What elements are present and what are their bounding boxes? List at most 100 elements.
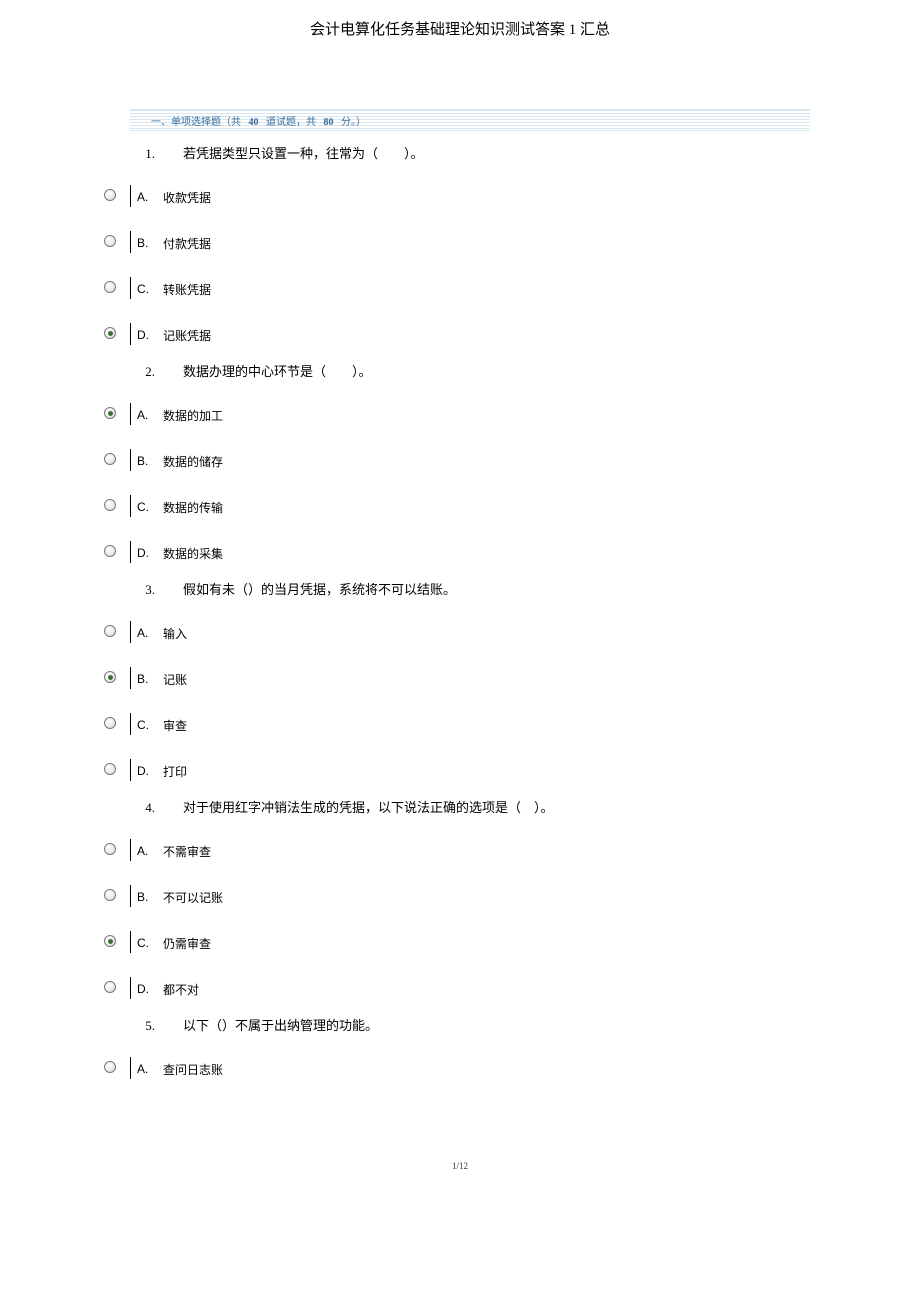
section-header: 一、单项选择题（共 40 道试题，共 80 分。） [130, 109, 810, 131]
option-text: 查问日志账 [163, 1061, 223, 1078]
option-text: 数据的加工 [163, 407, 223, 424]
option-row: C.转账凭据 [0, 277, 920, 301]
radio-button[interactable] [104, 189, 116, 201]
option-divider [130, 323, 131, 345]
radio-column [0, 503, 130, 511]
option-divider [130, 449, 131, 471]
page: 会计电算化任务基础理论知识测试答案 1 汇总 一、单项选择题（共 40 道试题，… [0, 0, 920, 1171]
radio-button[interactable] [104, 499, 116, 511]
radio-column [0, 193, 130, 201]
radio-column [0, 847, 130, 855]
questions-container: 1.若凭据类型只设置一种，往常为（ ）。A.收款凭据B.付款凭据C.转账凭据D.… [0, 145, 920, 1081]
option-text: 付款凭据 [163, 235, 211, 252]
question-text: 对于使用红字冲销法生成的凭据，以下说法正确的选项是（ ）。 [155, 799, 554, 817]
section-count-score: 80 [324, 117, 334, 128]
option-text: 输入 [163, 625, 187, 642]
question-number: 4. [0, 799, 155, 817]
radio-column [0, 549, 130, 557]
radio-button[interactable] [104, 545, 116, 557]
section-mid: 道试题，共 [266, 117, 316, 128]
option-divider [130, 231, 131, 253]
question: 2.数据办理的中心环节是（ ）。A.数据的加工B.数据的储存C.数据的传输D.数… [0, 363, 920, 565]
option-label: C. [137, 936, 163, 950]
option-text: 数据的采集 [163, 545, 223, 562]
question-number: 2. [0, 363, 155, 381]
radio-button[interactable] [104, 935, 116, 947]
option-divider [130, 495, 131, 517]
option-text: 不需审查 [163, 843, 211, 860]
radio-button[interactable] [104, 235, 116, 247]
option-row: A.输入 [0, 621, 920, 645]
radio-column [0, 411, 130, 419]
option-row: B.付款凭据 [0, 231, 920, 255]
radio-button[interactable] [104, 763, 116, 775]
option-row: B.记账 [0, 667, 920, 691]
question-line: 1.若凭据类型只设置一种，往常为（ ）。 [0, 145, 920, 163]
question-line: 3.假如有未（）的当月凭据，系统将不可以结账。 [0, 581, 920, 599]
option-label: C. [137, 500, 163, 514]
option-row: B.不可以记账 [0, 885, 920, 909]
radio-button[interactable] [104, 717, 116, 729]
radio-button[interactable] [104, 407, 116, 419]
option-divider [130, 541, 131, 563]
radio-column [0, 285, 130, 293]
option-row: C.仍需审查 [0, 931, 920, 955]
radio-button[interactable] [104, 281, 116, 293]
radio-button[interactable] [104, 453, 116, 465]
radio-column [0, 985, 130, 993]
radio-button[interactable] [104, 981, 116, 993]
option-divider [130, 713, 131, 735]
option-label: A. [137, 844, 163, 858]
radio-column [0, 675, 130, 683]
question: 1.若凭据类型只设置一种，往常为（ ）。A.收款凭据B.付款凭据C.转账凭据D.… [0, 145, 920, 347]
option-row: B.数据的储存 [0, 449, 920, 473]
option-label: C. [137, 718, 163, 732]
option-label: A. [137, 626, 163, 640]
radio-column [0, 331, 130, 339]
section-count-questions: 40 [249, 117, 259, 128]
option-row: D.记账凭据 [0, 323, 920, 347]
radio-button[interactable] [104, 671, 116, 683]
radio-column [0, 1065, 130, 1073]
question-number: 3. [0, 581, 155, 599]
section-suffix: 分。） [341, 117, 366, 128]
option-label: C. [137, 282, 163, 296]
radio-column [0, 939, 130, 947]
option-label: D. [137, 328, 163, 342]
option-label: A. [137, 408, 163, 422]
option-label: B. [137, 672, 163, 686]
option-divider [130, 403, 131, 425]
option-label: D. [137, 982, 163, 996]
option-text: 仍需审查 [163, 935, 211, 952]
question-line: 2.数据办理的中心环节是（ ）。 [0, 363, 920, 381]
radio-button[interactable] [104, 1061, 116, 1073]
question-line: 4.对于使用红字冲销法生成的凭据，以下说法正确的选项是（ ）。 [0, 799, 920, 817]
radio-button[interactable] [104, 843, 116, 855]
radio-column [0, 239, 130, 247]
option-text: 转账凭据 [163, 281, 211, 298]
option-text: 记账 [163, 671, 187, 688]
option-row: D.打印 [0, 759, 920, 783]
question-text: 数据办理的中心环节是（ ）。 [155, 363, 372, 381]
radio-column [0, 893, 130, 901]
radio-column [0, 629, 130, 637]
option-label: A. [137, 190, 163, 204]
option-row: A.查问日志账 [0, 1057, 920, 1081]
option-divider [130, 667, 131, 689]
option-divider [130, 839, 131, 861]
option-text: 数据的储存 [163, 453, 223, 470]
option-label: D. [137, 546, 163, 560]
option-label: D. [137, 764, 163, 778]
radio-button[interactable] [104, 889, 116, 901]
question-text: 若凭据类型只设置一种，往常为（ ）。 [155, 145, 424, 163]
option-label: A. [137, 1062, 163, 1076]
question-text: 假如有未（）的当月凭据，系统将不可以结账。 [155, 581, 456, 599]
option-label: B. [137, 890, 163, 904]
option-text: 审查 [163, 717, 187, 734]
radio-column [0, 721, 130, 729]
radio-button[interactable] [104, 327, 116, 339]
option-divider [130, 1057, 131, 1079]
radio-button[interactable] [104, 625, 116, 637]
question-number: 1. [0, 145, 155, 163]
option-text: 数据的传输 [163, 499, 223, 516]
